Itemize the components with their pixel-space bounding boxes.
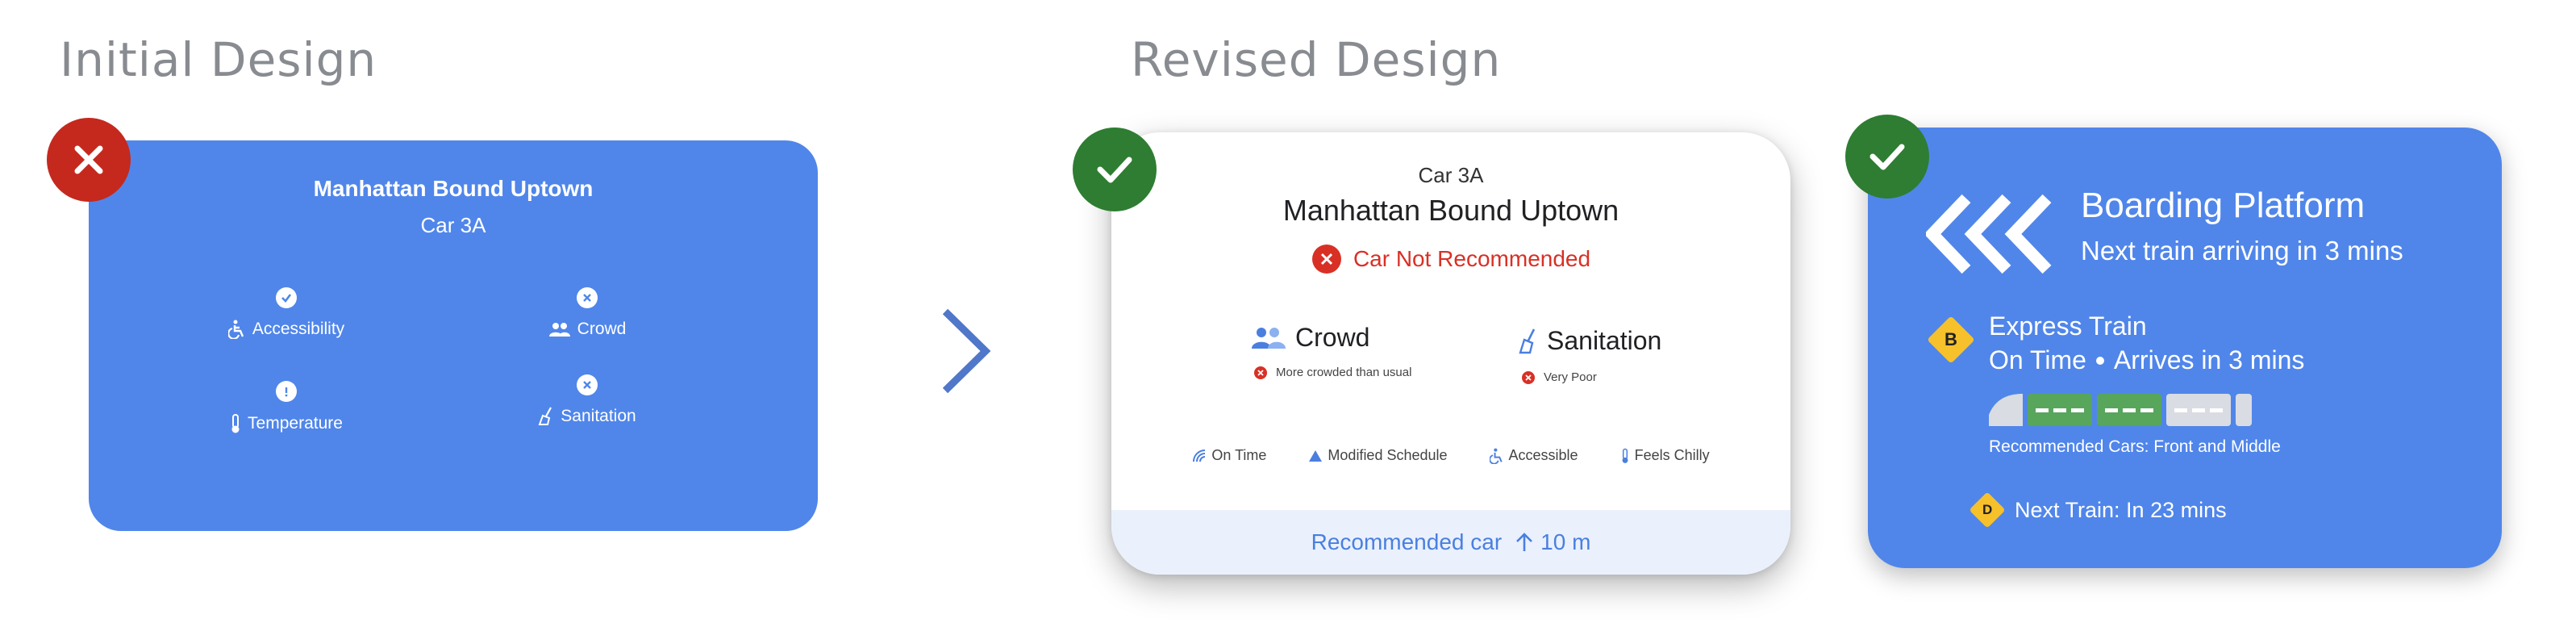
route-d-icon: D [1969,491,2006,529]
approved-badge [1073,128,1157,211]
rejected-badge [47,118,131,202]
accessible-icon [227,320,244,339]
route-b-icon: B [1927,316,1975,364]
chip-accessible: Accessible [1489,447,1578,464]
recommended-car-distance: 10 m [1540,529,1591,554]
thermometer-icon [1622,448,1628,463]
broom-icon [538,407,552,425]
attribute-sanitation: Sanitation [474,374,700,431]
car-label: Car 3A [1418,163,1484,187]
initial-card: Manhattan Bound Uptown Car 3A Accessibil… [89,140,818,531]
thermometer-icon [231,414,240,433]
crowd-detail: More crowded than usual [1276,366,1412,379]
card-title: Manhattan Bound Uptown [313,176,594,201]
crowd-metric: Crowd More crowded than usual [1250,323,1411,380]
triple-chevron-left-icon [1926,194,2052,274]
initial-design-title: Initial Design [60,32,377,87]
recommended-car-bar[interactable]: Recommended car 10 m [1111,510,1790,575]
attribute-crowd: Crowd [474,287,700,342]
sanitation-label: Sanitation [1547,326,1662,355]
next-train-text: Next Train: In 23 mins [2015,497,2227,522]
chip-modified-schedule: Modified Schedule [1308,447,1448,464]
attribute-label: Temperature [248,414,343,433]
not-recommended-alert: Car Not Recommended [1111,244,1790,280]
separator-dot [2095,356,2104,365]
next-train: D Next Train: In 23 mins [1969,491,2227,529]
attribute-accessibility: Accessibility [173,287,399,344]
chip-feels-chilly: Feels Chilly [1620,447,1710,464]
train-car-recommended [2028,394,2092,426]
recommended-car-label: Recommended car [1311,529,1503,554]
approved-badge [1845,115,1929,199]
check-icon [1869,144,1905,170]
error-icon [1522,370,1535,384]
express-train-title: Express Train [1989,312,2147,341]
x-icon [577,374,598,395]
warning-icon [1309,449,1323,462]
info-icon [276,381,297,402]
train-car [2166,394,2231,426]
sanitation-detail: Very Poor [1544,370,1597,384]
revised-design-title: Revised Design [1131,32,1502,87]
close-icon [74,145,103,174]
express-train-status: On Time Arrives in 3 mins [1989,345,2305,374]
revised-card: Car 3A Manhattan Bound Uptown Car Not Re… [1111,132,1790,575]
check-icon [276,287,297,308]
platform-card: Boarding Platform Next train arriving in… [1868,128,2502,568]
error-icon [1311,245,1341,274]
people-icon [1252,327,1286,349]
chevron-right-icon [942,308,991,394]
attribute-label: Crowd [577,320,627,338]
train-diagram [1989,394,2252,426]
check-icon [1097,157,1132,183]
recommended-cars-text: Recommended Cars: Front and Middle [1989,437,2281,456]
attribute-label: Sanitation [561,407,636,425]
attribute-temperature: Temperature [173,381,399,439]
train-car-recommended [2097,394,2161,426]
error-icon [1254,366,1267,379]
broom-icon [1519,328,1536,353]
platform-title: Boarding Platform [2081,186,2366,225]
attribute-label: Accessibility [252,320,345,338]
car-label: Car 3A [420,213,486,237]
train-nose-icon [1989,394,2023,426]
arrow-up-icon [1516,533,1533,551]
chip-on-time: On Time [1192,447,1266,464]
status-chips: On Time Modified Schedule Accessible Fee… [1111,447,1790,464]
people-icon [548,323,570,337]
crowd-label: Crowd [1295,323,1370,352]
x-icon [577,287,598,308]
train-tail-icon [2236,394,2252,426]
signal-icon [1193,449,1206,462]
alert-text: Car Not Recommended [1353,246,1591,271]
platform-subtitle: Next train arriving in 3 mins [2081,236,2403,266]
accessible-icon [1489,448,1503,464]
sanitation-metric: Sanitation Very Poor [1518,326,1661,385]
card-title: Manhattan Bound Uptown [1282,194,1619,227]
